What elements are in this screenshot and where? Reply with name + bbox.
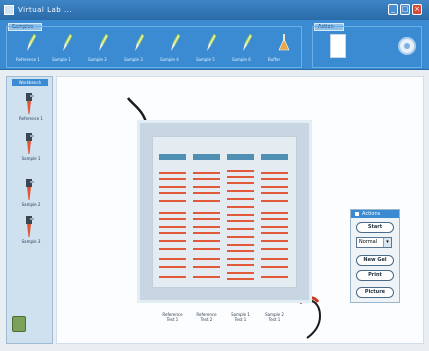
gel-band [261,186,288,188]
lane-label-4: Sample 2 Test 1 [265,312,284,322]
gel-band [159,218,186,220]
gel-band [227,272,254,274]
lane-label-2: Reference Test 2 [196,312,217,322]
gel-band [159,172,186,174]
actions-panel-header: Actions [351,210,399,218]
gel-band [227,220,254,222]
gel-band [193,276,220,278]
gel-band [227,258,254,260]
gel-band [261,172,288,174]
gel-band [193,248,220,250]
gel-band [227,214,254,216]
mode-select[interactable]: Normal ▾ [356,237,392,248]
gel-band [227,190,254,192]
mode-value: Normal [359,239,378,245]
gel-band [227,278,254,280]
gel-band [227,182,254,184]
gel-band [227,236,254,238]
gel-band [193,200,220,202]
gel-band [193,172,220,174]
gel-band [193,258,220,260]
gel-band [261,248,288,250]
gel-well [261,154,288,160]
gel-band [193,240,220,242]
gel-band [261,232,288,234]
gel-band [159,266,186,268]
gel-band [193,186,220,188]
gel-band [261,276,288,278]
gel-band [261,218,288,220]
gel-band [159,232,186,234]
gel-band [159,226,186,228]
actions-title: Actions [362,211,381,217]
gel-band [159,212,186,214]
lane-label-3: Sample 1 Test 1 [231,312,250,322]
gel-band [227,250,254,252]
gel-band [227,176,254,178]
new-gel-button[interactable]: New Gel [356,255,394,266]
gel-band [159,248,186,250]
gel-band [227,206,254,208]
gel-band [261,240,288,242]
gel-band [227,170,254,172]
gel-band [159,200,186,202]
gel-band [193,266,220,268]
gel-band [193,218,220,220]
gel-band [227,198,254,200]
gel-band [193,232,220,234]
gel-band [193,192,220,194]
gel-band [193,226,220,228]
chevron-down-icon: ▾ [383,238,391,247]
gel-band [159,240,186,242]
gel-well [193,154,220,160]
gel-band [159,186,186,188]
gel-band [159,178,186,180]
gel-band [261,192,288,194]
gel-band [261,212,288,214]
gel-band [159,258,186,260]
panel-icon [355,211,359,216]
print-button[interactable]: Print [356,270,394,281]
gel-band [159,276,186,278]
gel-well [227,154,254,160]
gel-band [261,266,288,268]
gel-band [227,228,254,230]
start-button[interactable]: Start [356,222,394,233]
gel-band [261,226,288,228]
gel-band [227,244,254,246]
lane-label-1: Reference Test 1 [162,312,183,322]
gel-band [227,264,254,266]
picture-button[interactable]: Picture [356,287,394,298]
gel-band [261,258,288,260]
gel-band [159,192,186,194]
gel-well [159,154,186,160]
red-electrode-lead [299,299,322,339]
gel-band [261,200,288,202]
gel-band [193,212,220,214]
gel-band [193,178,220,180]
gel-band [261,178,288,180]
